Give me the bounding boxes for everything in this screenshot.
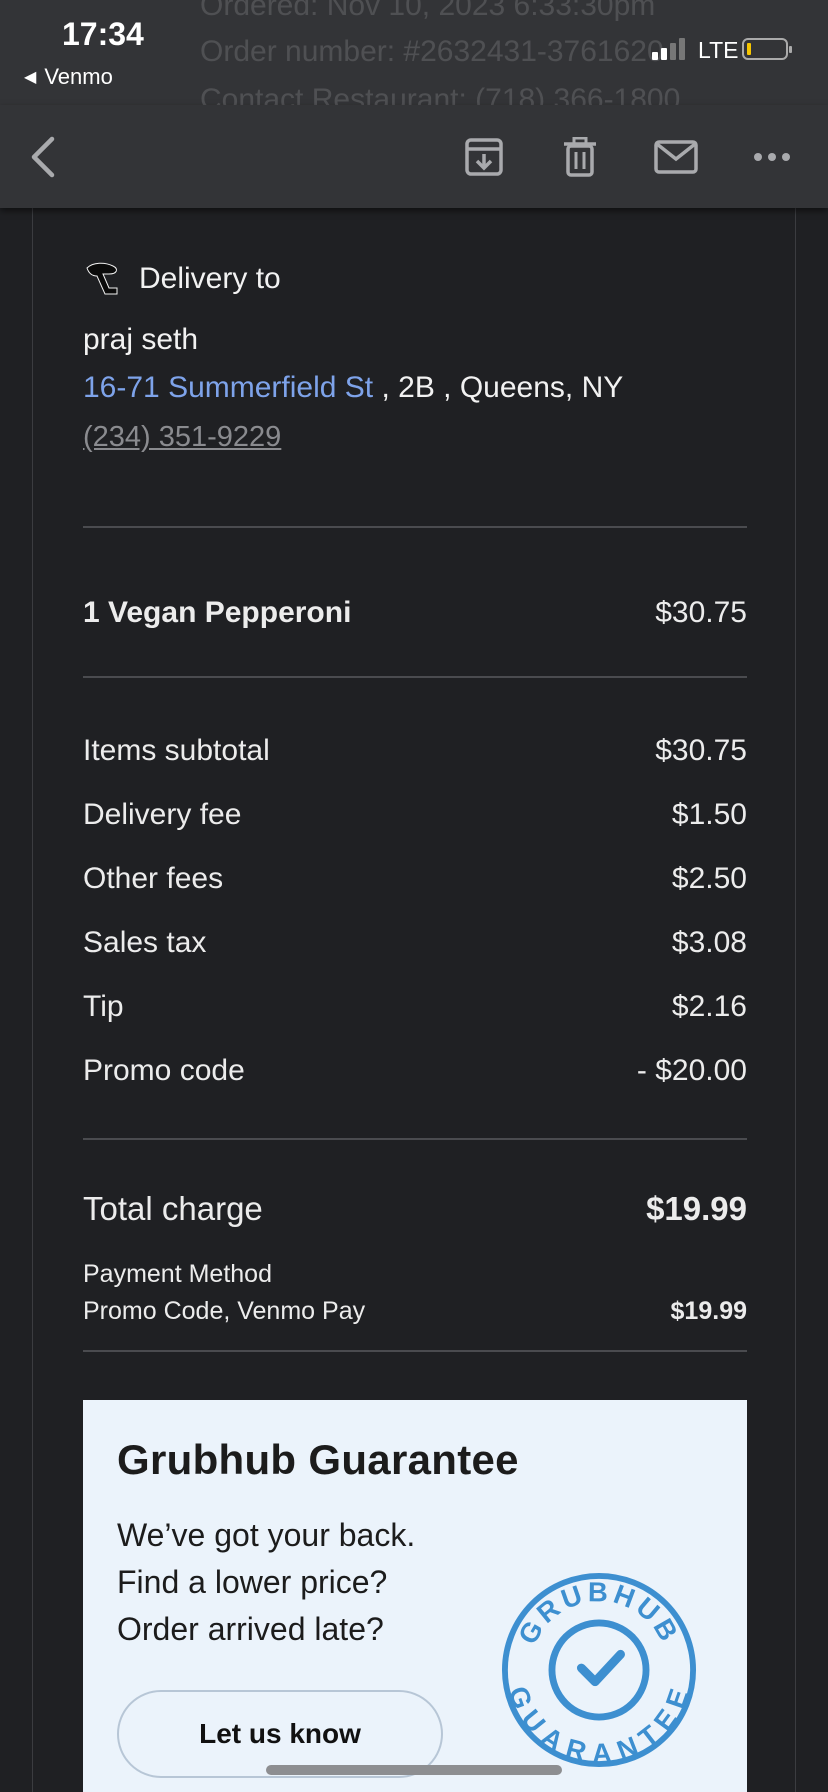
charge-row: Delivery fee $1.50 xyxy=(83,798,747,832)
archive-button[interactable] xyxy=(456,129,512,185)
more-icon xyxy=(754,153,790,161)
charge-row: Tip $2.16 xyxy=(83,990,747,1024)
charge-amount: $1.50 xyxy=(671,798,747,831)
charge-label: Delivery fee xyxy=(83,798,242,831)
mail-button[interactable] xyxy=(648,129,704,185)
delete-button[interactable] xyxy=(552,129,608,185)
recipient-name: praj seth xyxy=(83,323,199,356)
battery-icon xyxy=(742,38,792,60)
address-rest: , 2B , Queens, NY xyxy=(373,371,624,404)
envelope-icon xyxy=(654,140,698,174)
charge-amount: - $20.00 xyxy=(636,1054,747,1087)
grubhub-guarantee-card: Grubhub Guarantee We’ve got your back. F… xyxy=(83,1400,747,1792)
payment-method-value: Promo Code, Venmo Pay xyxy=(83,1297,366,1325)
total-label: Total charge xyxy=(83,1190,263,1227)
network-label: LTE xyxy=(698,37,739,63)
back-app-label: Venmo xyxy=(44,64,113,89)
item-amount: $30.75 xyxy=(655,596,747,629)
seal-bottom-text: GUARANTEE xyxy=(502,1682,692,1768)
back-to-app-link[interactable]: ◀ Venmo xyxy=(24,64,113,90)
home-indicator[interactable] xyxy=(266,1765,562,1775)
divider xyxy=(83,676,747,678)
delivery-pin-icon xyxy=(86,262,118,295)
divider xyxy=(83,1138,747,1140)
guarantee-title: Grubhub Guarantee xyxy=(117,1436,519,1483)
payment-method: Payment Method Promo Code, Venmo Pay $19… xyxy=(83,1260,747,1326)
back-button[interactable] xyxy=(16,129,72,185)
charge-row: Sales tax $3.08 xyxy=(83,926,747,960)
charge-amount: $2.16 xyxy=(671,990,747,1023)
divider xyxy=(83,1350,747,1352)
delivery-address: 16-71 Summerfield St , 2B , Queens, NY xyxy=(83,371,747,405)
phone-link[interactable]: (234) 351-9229 xyxy=(83,421,747,454)
archive-icon xyxy=(465,138,503,176)
charge-amount: $3.08 xyxy=(671,926,747,959)
svg-text:GUARANTEE: GUARANTEE xyxy=(502,1682,695,1768)
charge-label: Promo code xyxy=(83,1054,245,1087)
back-triangle-icon: ◀ xyxy=(24,69,37,86)
charge-amount: $2.50 xyxy=(671,862,747,895)
charge-label: Sales tax xyxy=(83,926,207,959)
mail-toolbar xyxy=(0,105,828,208)
delivery-heading-label: Delivery to xyxy=(139,262,281,295)
status-time: 17:34 xyxy=(62,16,144,52)
charge-row: Other fees $2.50 xyxy=(83,862,747,896)
signal-strength-icon xyxy=(652,38,685,60)
charge-label: Items subtotal xyxy=(83,734,270,767)
charge-amount: $30.75 xyxy=(655,734,747,767)
delivery-heading: Delivery to xyxy=(83,258,747,300)
status-bar: Ordered: Nov 10, 2023 6:33:30pm Order nu… xyxy=(0,0,828,105)
divider xyxy=(83,526,747,528)
payment-amount: $19.99 xyxy=(670,1297,747,1325)
guarantee-text: We’ve got your back. Find a lower price?… xyxy=(117,1517,416,1647)
receipt-content: Delivery to praj seth 16-71 Summerfield … xyxy=(32,208,796,1792)
chevron-left-icon xyxy=(31,136,55,178)
svg-text:GRUBHUB: GRUBHUB xyxy=(512,1576,686,1649)
charge-row: Items subtotal $30.75 xyxy=(83,734,747,768)
address-link[interactable]: 16-71 Summerfield St xyxy=(83,371,373,404)
total-row: Total charge $19.99 xyxy=(83,1190,747,1228)
seal-top-text: GRUBHUB xyxy=(512,1576,682,1649)
charge-label: Other fees xyxy=(83,862,224,895)
ghost-order-date: Ordered: Nov 10, 2023 6:33:30pm xyxy=(200,0,656,22)
charge-label: Tip xyxy=(83,990,124,1023)
ghost-contact: Contact Restaurant: (718) 366-1800 xyxy=(200,83,681,105)
payment-method-label: Payment Method xyxy=(83,1260,272,1288)
trash-icon xyxy=(564,137,596,177)
guarantee-seal-icon: GRUBHUB GUARANTEE xyxy=(501,1572,697,1768)
more-button[interactable] xyxy=(744,129,800,185)
charge-row: Promo code - $20.00 xyxy=(83,1054,747,1088)
item-label: 1 Vegan Pepperoni xyxy=(83,596,352,629)
order-item-row: 1 Vegan Pepperoni $30.75 xyxy=(83,596,747,630)
total-amount: $19.99 xyxy=(646,1190,747,1227)
